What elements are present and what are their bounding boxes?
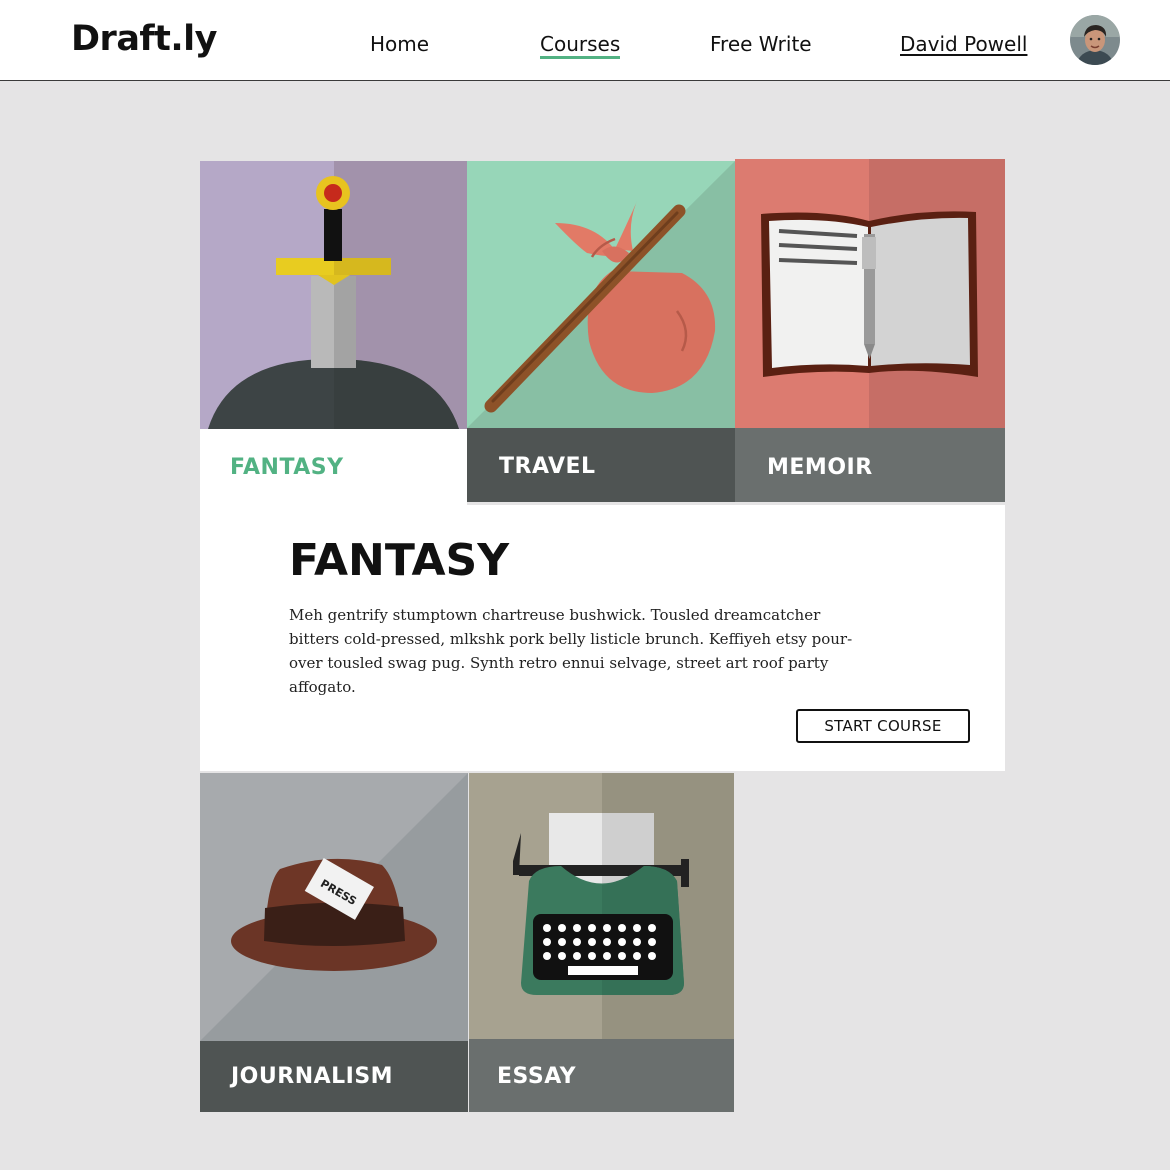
course-tile-journalism[interactable]: PRESS JOURNALISM [200, 773, 468, 1112]
course-title: FANTASY [289, 535, 510, 586]
avatar[interactable] [1070, 15, 1120, 65]
tab-memoir-label: MEMOIR [767, 455, 873, 480]
tab-travel-label: TRAVEL [499, 454, 596, 479]
course-tile-journalism-label: JOURNALISM [231, 1064, 394, 1089]
bindle-icon [467, 161, 735, 428]
course-detail-panel: FANTASY Meh gentrify stumptown chartreus… [200, 505, 1005, 771]
brand-logo[interactable]: Draft.ly [71, 22, 218, 57]
tab-fantasy[interactable]: FANTASY [200, 161, 467, 505]
nav-free-write-link[interactable]: Free Write [710, 32, 812, 56]
tab-memoir[interactable]: MEMOIR [735, 159, 1005, 504]
course-tile-essay-label: ESSAY [497, 1064, 577, 1089]
nav-user-profile-link[interactable]: David Powell [900, 32, 1027, 56]
course-description: Meh gentrify stumptown chartreuse bushwi… [289, 606, 853, 696]
course-tile-essay[interactable]: ESSAY [469, 773, 734, 1112]
press-hat-icon: PRESS [200, 773, 468, 1041]
user-avatar-icon [1070, 15, 1120, 65]
notebook-pen-icon [735, 159, 1005, 428]
top-nav-bar: Draft.ly Home Courses Free Write David P… [0, 0, 1170, 81]
nav-courses-link[interactable]: Courses [540, 32, 621, 59]
start-course-button[interactable]: START COURSE [796, 709, 970, 743]
nav-home-link[interactable]: Home [370, 32, 429, 56]
tab-travel[interactable]: TRAVEL [467, 161, 735, 504]
tab-fantasy-label: FANTASY [230, 455, 344, 480]
sword-in-stone-icon [200, 161, 467, 429]
typewriter-icon [469, 773, 734, 1039]
